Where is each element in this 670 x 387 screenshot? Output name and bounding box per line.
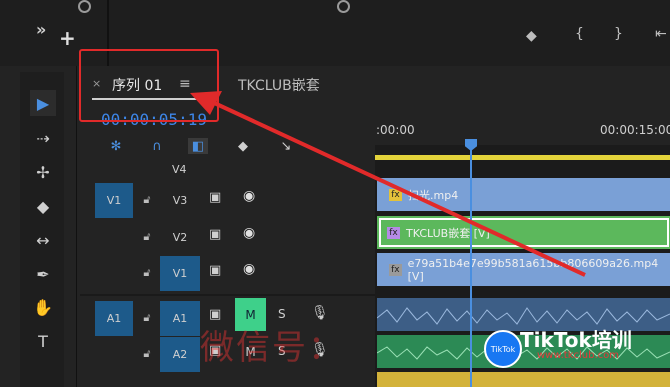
solo-a1-button[interactable]: S (278, 307, 286, 321)
pen-tool-icon[interactable]: ✒ (30, 261, 56, 287)
slip-tool-icon[interactable]: ↔ (30, 227, 56, 253)
tools-panel: ▶ ⇢ ✢ ◆ ↔ ✒ ✋ T (20, 72, 64, 387)
lock-icon[interactable]: 🔓︎ (140, 311, 154, 325)
clip-a3[interactable] (377, 372, 670, 387)
lock-icon[interactable]: 🔓︎ (140, 347, 154, 361)
lock-icon[interactable]: 🔓︎ (140, 230, 154, 244)
video-audio-divider (80, 294, 375, 296)
type-tool-icon[interactable]: T (30, 328, 56, 354)
add-icon[interactable]: + (59, 26, 76, 50)
track-select-tool-icon[interactable]: ⇢ (30, 125, 56, 151)
snap-icon[interactable]: ∩ (147, 138, 167, 154)
hand-tool-icon[interactable]: ✋ (30, 294, 56, 320)
tiktok-training-watermark: TikTok培训 (520, 328, 632, 352)
selection-tool-icon[interactable]: ▶ (30, 90, 56, 116)
source-patch-a1[interactable]: A1 (95, 301, 133, 336)
add-marker-icon[interactable]: ◆ (526, 28, 537, 44)
tiktok-logo-icon: TikTok (484, 330, 522, 368)
watermark-url: www.tkclub.com (537, 350, 620, 361)
overflow-chevron-icon[interactable]: » (36, 20, 46, 39)
wechat-watermark: 微信号： (200, 328, 344, 368)
circle-icon[interactable] (78, 0, 91, 13)
ripple-edit-tool-icon[interactable]: ✢ (30, 159, 56, 185)
track-a2-name[interactable]: A2 (160, 337, 200, 372)
ruler-15s-label: 00:00:15:00 (600, 123, 670, 137)
source-patch-v1[interactable]: V1 (95, 183, 133, 218)
mark-in-icon[interactable]: { (575, 26, 584, 42)
annotation-arrow-icon (190, 91, 586, 277)
lock-icon[interactable]: 🔓︎ (140, 193, 154, 207)
circle-icon[interactable] (337, 0, 350, 13)
go-to-in-icon[interactable]: ⇤ (655, 26, 667, 42)
microphone-icon[interactable]: 🎙︎ (311, 305, 329, 321)
nest-toggle-icon[interactable]: ✻ (106, 138, 126, 154)
mark-out-icon[interactable]: } (614, 26, 623, 42)
track-a1-name[interactable]: A1 (160, 301, 200, 336)
lock-icon[interactable]: 🔓︎ (140, 266, 154, 280)
razor-tool-icon[interactable]: ◆ (30, 193, 56, 219)
